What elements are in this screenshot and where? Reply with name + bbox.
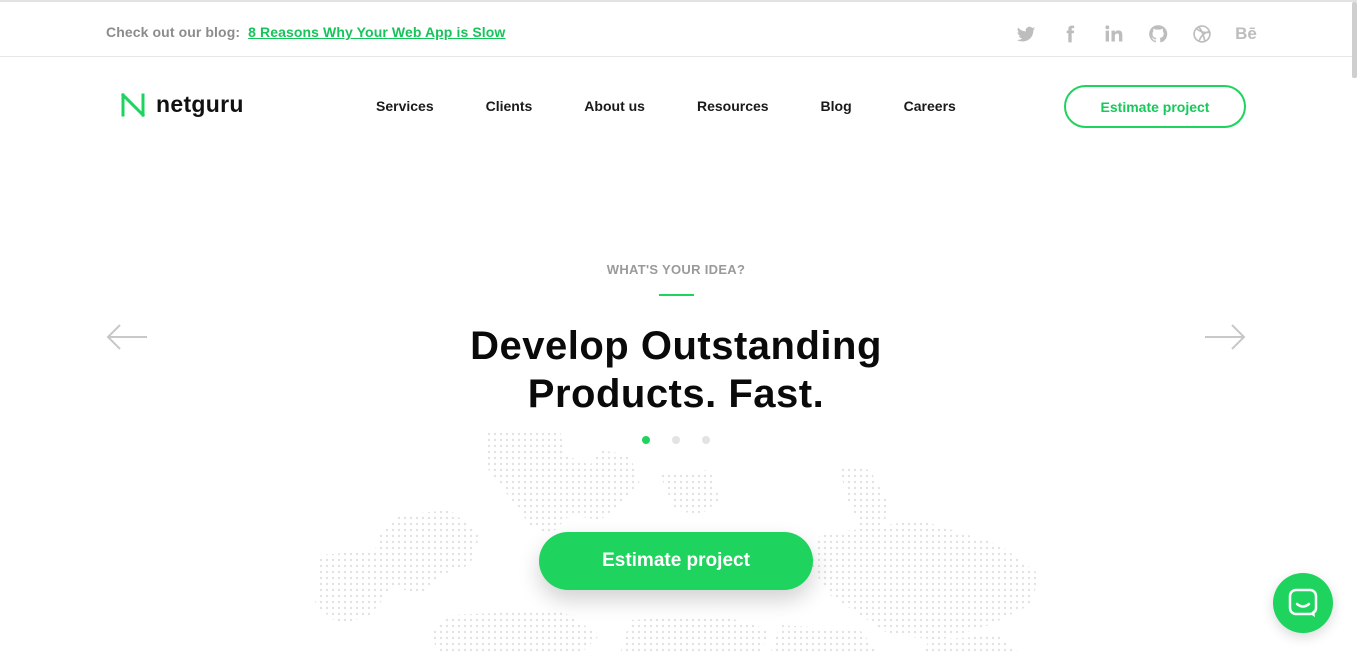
blog-announcement: Check out our blog: 8 Reasons Why Your W… — [106, 24, 505, 40]
scrollbar-thumb[interactable] — [1352, 2, 1357, 78]
slider-prev-arrow-icon[interactable] — [105, 322, 149, 352]
slider-next-arrow-icon[interactable] — [1203, 322, 1247, 352]
top-bar: Check out our blog: 8 Reasons Why Your W… — [0, 0, 1357, 57]
linkedin-icon[interactable] — [1092, 22, 1136, 46]
eyebrow-underline — [659, 294, 694, 296]
headline-line-2: Products. Fast. — [527, 372, 825, 416]
dribbble-icon[interactable] — [1180, 22, 1224, 46]
header-estimate-button[interactable]: Estimate project — [1064, 85, 1246, 128]
nav-services[interactable]: Services — [376, 98, 434, 114]
chat-bubble-icon — [1288, 588, 1318, 617]
headline-line-1: Develop Outstanding — [470, 324, 882, 368]
nav-clients[interactable]: Clients — [486, 98, 533, 114]
netguru-logo-icon — [120, 92, 146, 117]
twitter-icon[interactable] — [1004, 22, 1048, 46]
netguru-logo[interactable]: netguru — [120, 91, 244, 118]
main-nav: Services Clients About us Resources Blog… — [376, 98, 1008, 114]
github-icon[interactable] — [1136, 22, 1180, 46]
nav-blog[interactable]: Blog — [821, 98, 852, 114]
nav-resources[interactable]: Resources — [697, 98, 769, 114]
nav-careers[interactable]: Careers — [904, 98, 956, 114]
behance-icon[interactable]: Bē — [1224, 22, 1268, 46]
facebook-icon[interactable] — [1048, 22, 1092, 46]
blog-prefix: Check out our blog: — [106, 24, 241, 40]
hero-eyebrow: WHAT'S YOUR IDEA? — [606, 262, 746, 277]
nav-about-us[interactable]: About us — [584, 98, 645, 114]
chat-widget-button[interactable] — [1273, 573, 1333, 633]
hero-estimate-button[interactable]: Estimate project — [539, 532, 813, 590]
social-links: Bē — [1004, 22, 1268, 46]
hero-headline: Develop Outstanding Products. Fast. — [0, 322, 1352, 418]
logo-wordmark: netguru — [156, 91, 244, 117]
blog-link[interactable]: 8 Reasons Why Your Web App is Slow — [248, 24, 505, 40]
